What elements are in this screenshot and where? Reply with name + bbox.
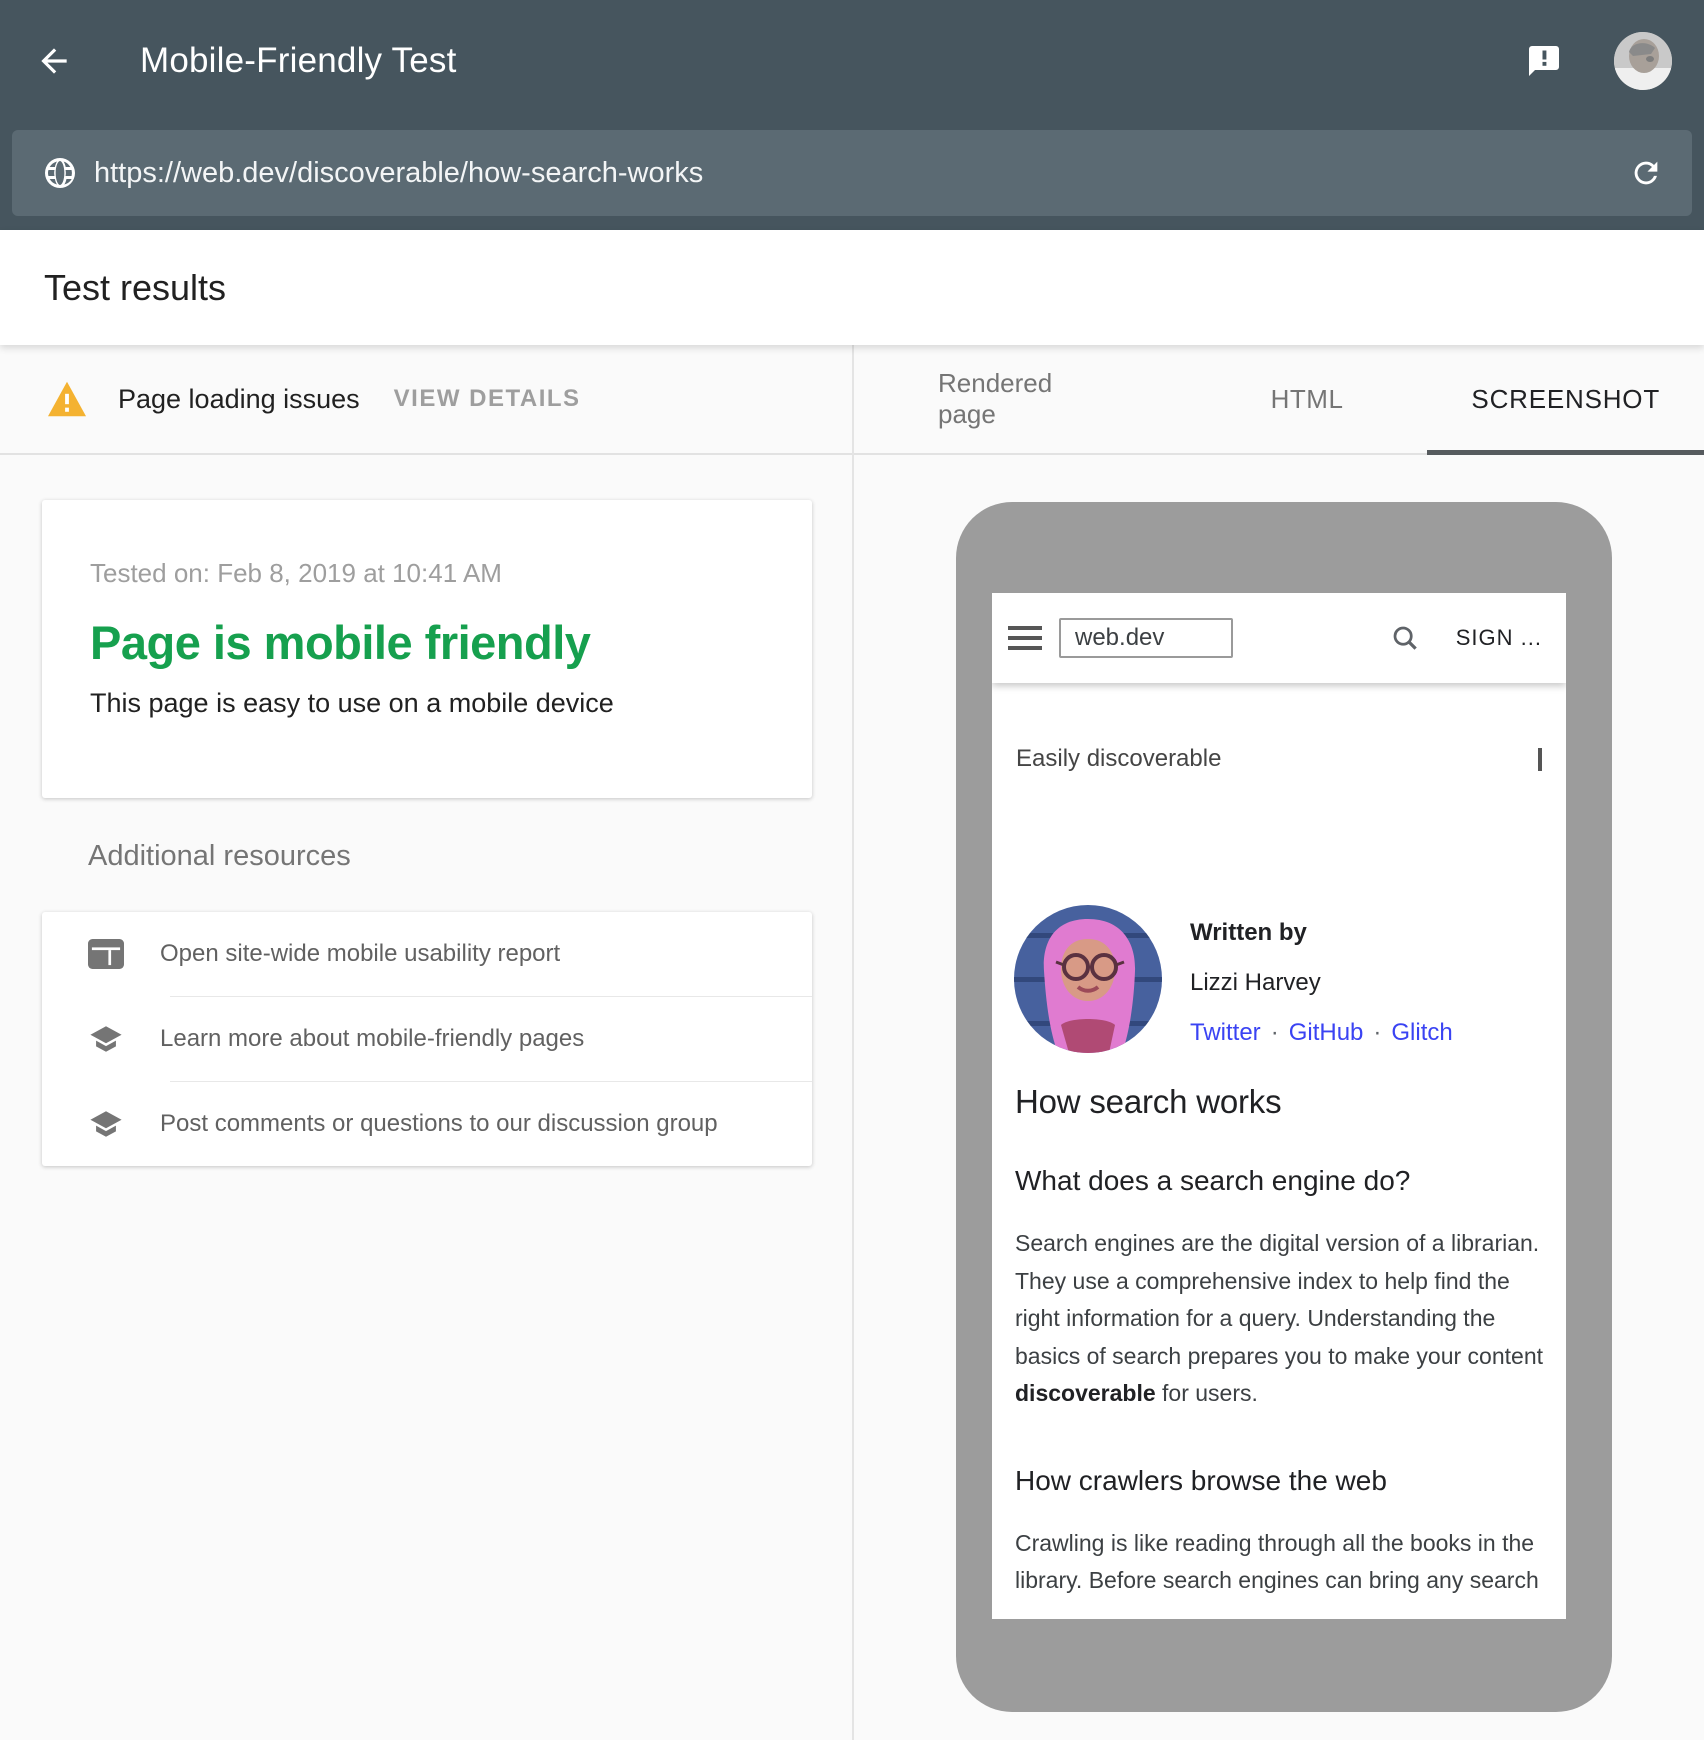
author-name: Lizzi Harvey [1190,969,1453,997]
mobile-friendly-test-app: Mobile-Friendly Test https://web.dev/dis… [0,0,1704,1740]
resource-row-discussion-group[interactable]: Post comments or questions to our discus… [42,1082,812,1166]
link-github: GitHub [1289,1019,1364,1046]
additional-resources-heading: Additional resources [88,840,351,873]
refresh-icon [1629,156,1663,190]
site-search-field: web.dev [1059,618,1233,658]
result-card: Tested on: Feb 8, 2019 at 10:41 AM Page … [42,500,812,798]
verdict-title: Page is mobile friendly [90,615,760,670]
tab-screenshot[interactable]: SCREENSHOT [1427,345,1704,453]
search-icon [1390,623,1420,653]
app-bar: Mobile-Friendly Test [0,0,1704,122]
text-caret [1538,748,1542,771]
feedback-button[interactable] [1522,39,1566,83]
breadcrumb: Easily discoverable [1016,745,1221,773]
resource-label: Open site-wide mobile usability report [160,940,560,968]
resource-row-learn-more[interactable]: Learn more about mobile-friendly pages [42,997,812,1081]
page-title: Test results [44,267,226,309]
tab-html[interactable]: HTML [1247,345,1368,453]
verdict-subtitle: This page is easy to use on a mobile dev… [90,688,760,719]
feedback-icon [1526,43,1562,79]
breadcrumb-row: Easily discoverable [992,745,1566,773]
warning-icon [46,380,88,418]
paragraph-1: Search engines are the digital version o… [1015,1225,1555,1413]
hamburger-menu-icon [1008,626,1042,650]
phone-mockup-bezel: web.dev SIGN ... Easily discoverable [956,502,1612,1712]
page-issues-row: Page loading issues VIEW DETAILS [0,345,852,455]
written-by-label: Written by [1190,919,1453,947]
url-text: https://web.dev/discoverable/how-search-… [94,157,703,190]
author-avatar [1014,905,1162,1053]
sign-in-label: SIGN ... [1456,625,1542,651]
phone-screenshot-image: web.dev SIGN ... Easily discoverable [992,593,1566,1619]
page-loading-issues-label: Page loading issues [118,384,360,415]
user-avatar-photo [1614,32,1672,90]
link-separator: · [1261,1019,1289,1046]
section-heading-2: How crawlers browse the web [1015,1465,1543,1497]
article-title: How search works [1015,1083,1543,1121]
user-avatar[interactable] [1614,32,1672,90]
refresh-button[interactable] [1626,153,1666,193]
resource-label: Learn more about mobile-friendly pages [160,1025,584,1053]
app-title: Mobile-Friendly Test [140,41,457,81]
resource-label: Post comments or questions to our discus… [160,1110,718,1138]
section-heading-1: What does a search engine do? [1015,1165,1543,1197]
tested-on-timestamp: Tested on: Feb 8, 2019 at 10:41 AM [90,558,760,589]
resources-card: Open site-wide mobile usability report L… [42,912,812,1166]
paragraph-2: Crawling is like reading through all the… [1015,1525,1555,1600]
url-bar[interactable]: https://web.dev/discoverable/how-search-… [12,130,1692,216]
link-glitch: Glitch [1391,1019,1452,1046]
author-block: Written by Lizzi Harvey Twitter·GitHub·G… [992,905,1566,1053]
author-links: Twitter·GitHub·Glitch [1190,1019,1453,1047]
article-body: How search works What does a search engi… [992,1083,1566,1600]
resource-row-usability-report[interactable]: Open site-wide mobile usability report [42,912,812,996]
learn-icon [88,1022,124,1056]
view-details-link[interactable]: VIEW DETAILS [394,385,581,413]
bold-keyword: discoverable [1015,1380,1156,1406]
screenshot-site-header: web.dev SIGN ... [992,593,1566,683]
tab-rendered-page[interactable]: Rendered page [914,345,1107,453]
url-row: https://web.dev/discoverable/how-search-… [0,122,1704,230]
top-chrome: Mobile-Friendly Test https://web.dev/dis… [0,0,1704,230]
results-band: Test results [0,230,1704,345]
globe-icon [42,155,78,191]
usability-report-icon [88,939,124,969]
site-search-value: web.dev [1075,624,1164,652]
content-area: Page loading issues VIEW DETAILS Tested … [0,345,1704,1740]
preview-tabs: Rendered page HTML SCREENSHOT [854,345,1704,455]
back-arrow-icon [35,42,73,80]
panel-divider [852,345,854,1740]
back-button[interactable] [32,39,76,83]
link-twitter: Twitter [1190,1019,1261,1046]
discussion-icon [88,1107,124,1141]
link-separator: · [1363,1019,1391,1046]
